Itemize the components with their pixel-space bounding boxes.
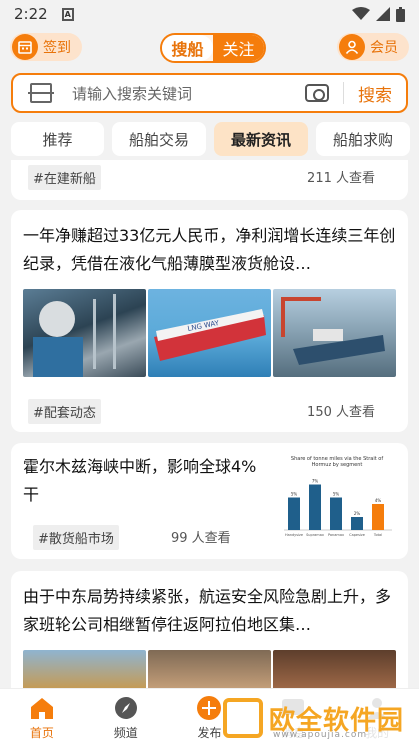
chart-category-label: Handysize [285, 533, 303, 537]
feed-title[interactable]: 由于中东局势持续紧张，航运安全风险急剧上升，多家班轮公司相继暂停往返阿拉伯地区集… [23, 583, 397, 639]
feed-views: 211 人查看 [307, 171, 375, 186]
status-icons [352, 6, 405, 22]
chart-bar [309, 484, 321, 530]
feed-title[interactable]: 一年净赚超过33亿元人民币，净利润增长连续三年创纪录，凭借在液化气船薄膜型液货舱… [23, 222, 397, 278]
plus-circle-icon [197, 695, 222, 720]
chart-bar [288, 497, 300, 530]
camera-icon[interactable] [305, 84, 329, 102]
watermark-logo: 欧全软件园 www.apoujia.com [223, 696, 413, 740]
feed-item[interactable]: #在建新船 211 人查看 [11, 160, 408, 200]
wifi-icon [352, 7, 370, 20]
tab-latest-news[interactable]: 最新资讯 [214, 122, 308, 156]
lng-ship-icon: LNG WAY [154, 309, 266, 361]
watermark-url: www.apoujia.com [273, 730, 368, 740]
signin-button[interactable]: 签到 [10, 33, 82, 61]
home-icon [30, 697, 53, 719]
feed-tag[interactable]: #在建新船 [28, 165, 101, 190]
chart-category-label: Panamax [328, 533, 344, 537]
status-bar: 2:22 A [0, 0, 419, 28]
worker-helmet-icon [33, 294, 116, 377]
chart-bar [351, 517, 363, 530]
shipyard-crane-icon [281, 297, 385, 365]
search-button[interactable]: 搜索 [344, 81, 406, 106]
feed-views: 99 人查看 [171, 531, 231, 546]
tab-recommend[interactable]: 推荐 [11, 122, 104, 156]
news-image-cargo[interactable] [148, 650, 271, 690]
news-image-cranes[interactable] [273, 650, 396, 690]
nav-channel[interactable]: 频道 [84, 689, 168, 746]
chart-title: Share of tonne miles via the Strait of H… [290, 456, 384, 468]
compass-icon [114, 696, 137, 719]
signal-icon [376, 7, 390, 21]
chart-bar [330, 497, 342, 530]
toggle-search-ship[interactable]: 搜船 [162, 35, 213, 61]
member-button[interactable]: 会员 [337, 33, 409, 61]
notification-a-icon: A [61, 7, 74, 21]
news-image-lng-ship[interactable]: LNG WAY [148, 289, 271, 377]
scan-icon[interactable] [28, 83, 54, 103]
calendar-icon [12, 34, 38, 60]
chart-value-label: 5% [291, 492, 298, 497]
chart-value-label: 4% [375, 498, 382, 503]
chart-value-label: 5% [333, 492, 340, 497]
news-chart-image[interactable]: Share of tonne miles via the Strait of H… [278, 456, 396, 546]
watermark-logo-icon [223, 698, 263, 738]
battery-icon [396, 6, 405, 22]
feed-tag[interactable]: #配套动态 [28, 399, 101, 424]
feed-item[interactable]: 霍尔木兹海峡中断，影响全球4%干 #散货船市场 99 人查看 Share of … [11, 443, 408, 559]
mode-toggle: 搜船 关注 [160, 33, 266, 63]
feed-tag[interactable]: #散货船市场 [33, 525, 119, 550]
nav-home-label: 首页 [29, 725, 54, 740]
nav-publish-label: 发布 [197, 725, 222, 740]
feed-title[interactable]: 霍尔木兹海峡中断，影响全球4%干 [23, 453, 263, 509]
nav-channel-label: 频道 [113, 725, 138, 740]
status-time: 2:22 [14, 5, 48, 23]
chart-value-label: 2% [354, 511, 361, 516]
category-tabs: 推荐 船舶交易 最新资讯 船舶求购 [0, 122, 419, 158]
toggle-follow[interactable]: 关注 [213, 35, 264, 61]
news-image-worker[interactable] [23, 289, 146, 377]
nav-home[interactable]: 首页 [0, 689, 84, 746]
user-icon [339, 34, 365, 60]
news-image-shipyard[interactable] [273, 289, 396, 377]
signin-label: 签到 [43, 40, 71, 56]
search-input[interactable]: 请输入搜索关键词 [72, 83, 305, 104]
chart-category-label: Capesize [349, 533, 365, 537]
chart-bar [372, 504, 384, 530]
top-header: 签到 搜船 关注 会员 [0, 30, 419, 66]
hormuz-bar-chart: 5% Handysize 7% Supramax 5% Panamax 2% Capesize… [284, 479, 392, 537]
feed-item[interactable]: 一年净赚超过33亿元人民币，净利润增长连续三年创纪录，凭借在液化气船薄膜型液货舱… [11, 210, 408, 432]
tab-ship-trade[interactable]: 船舶交易 [112, 122, 206, 156]
feed-views: 150 人查看 [307, 405, 375, 420]
chart-value-label: 7% [312, 479, 319, 484]
chart-category-label: Supramax [306, 533, 324, 537]
chart-category-label: Total [373, 533, 382, 537]
tab-ship-wanted[interactable]: 船舶求购 [316, 122, 410, 156]
news-image-port[interactable] [23, 650, 146, 690]
search-bar: 请输入搜索关键词 搜索 [11, 73, 408, 113]
member-label: 会员 [370, 40, 398, 56]
